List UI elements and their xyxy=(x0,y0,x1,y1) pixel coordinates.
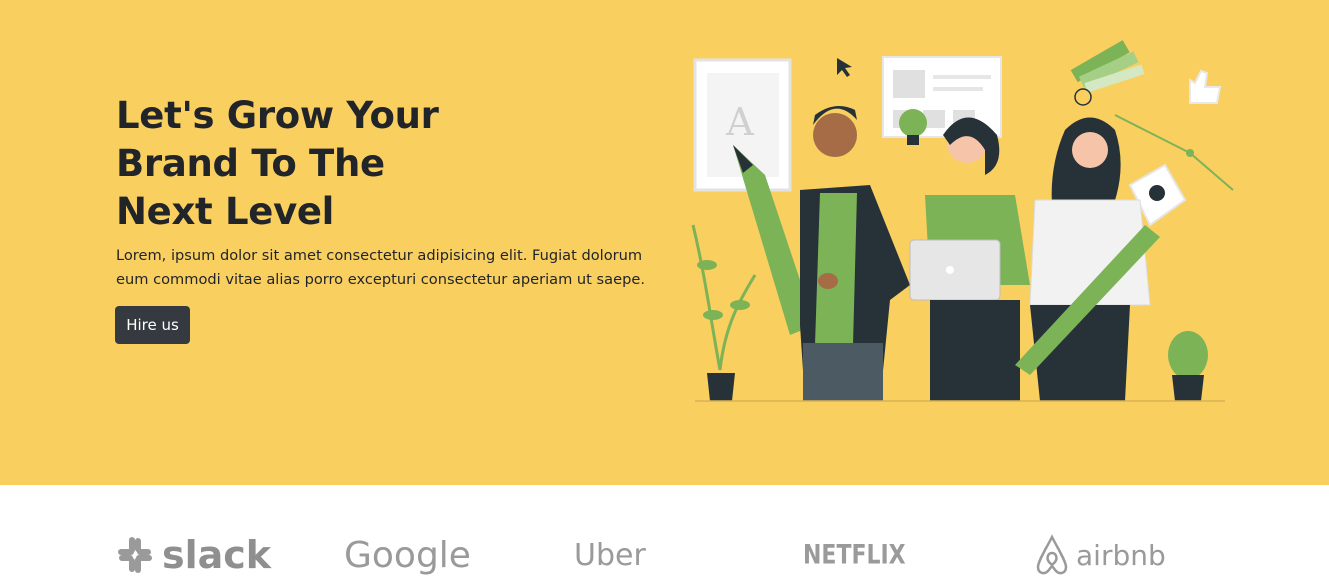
color-swatch-icon xyxy=(1070,40,1145,106)
hero-description: Lorem, ipsum dolor sit amet consectetur … xyxy=(116,247,645,288)
hire-us-button[interactable]: Hire us xyxy=(115,306,190,344)
hero-title-line: Brand To The xyxy=(116,142,385,185)
google-logo: Google xyxy=(344,530,471,580)
netflix-wordmark: NETFLIX xyxy=(803,540,906,570)
hero-title: Let's Grow Your Brand To The Next Level xyxy=(116,92,476,236)
uber-logo: Uber xyxy=(574,530,646,580)
slack-wordmark: slack xyxy=(162,533,272,577)
airbnb-logo: airbnb xyxy=(1032,530,1166,580)
hero-section: Let's Grow Your Brand To The Next Level … xyxy=(0,0,1329,485)
lightbulb-icon xyxy=(899,109,927,145)
plant-icon xyxy=(691,224,757,401)
cursor-icon xyxy=(837,58,852,77)
airbnb-wordmark: airbnb xyxy=(1076,538,1166,572)
hero-title-line: Let's Grow Your xyxy=(116,94,439,137)
uber-wordmark: Uber xyxy=(574,537,646,573)
hero-title-line: Next Level xyxy=(116,190,335,233)
woman-figure xyxy=(909,117,1030,401)
google-wordmark: Google xyxy=(344,534,471,576)
team-illustration: A xyxy=(691,40,1234,402)
cactus-icon xyxy=(1168,331,1208,401)
netflix-logo: NETFLIX xyxy=(803,530,906,580)
slack-logo-icon xyxy=(118,537,152,573)
airbnb-logo-icon xyxy=(1036,534,1068,575)
man-figure xyxy=(800,106,910,401)
thumbs-up-icon xyxy=(1189,69,1222,104)
frame-letter: A xyxy=(725,100,754,144)
slack-logo: slack xyxy=(114,530,271,580)
woman-figure xyxy=(1015,117,1160,401)
